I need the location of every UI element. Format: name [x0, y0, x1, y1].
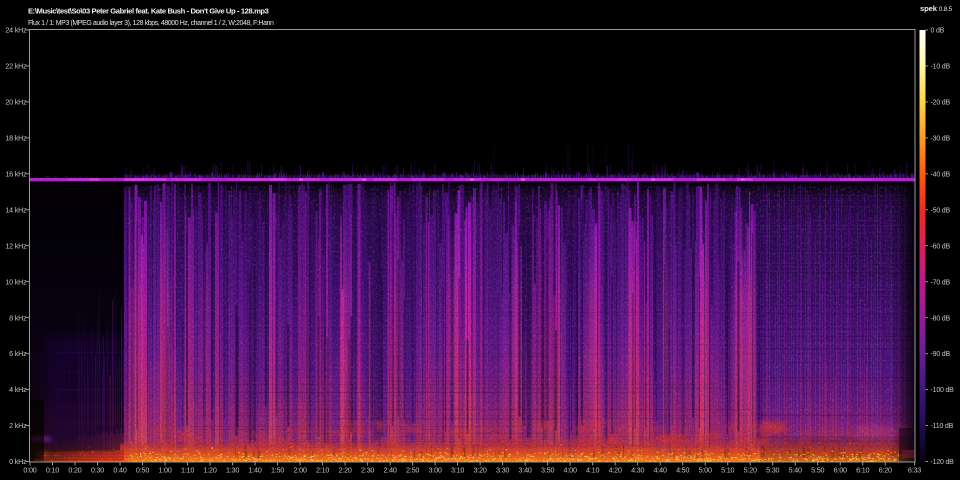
- svg-text:0:00: 0:00: [23, 466, 36, 475]
- svg-text:Flux 1 / 1: MP3 (MPEG audio la: Flux 1 / 1: MP3 (MPEG audio layer 3), 12…: [28, 20, 274, 27]
- svg-text:0:40: 0:40: [113, 466, 126, 475]
- svg-text:22 kHz: 22 kHz: [5, 62, 27, 71]
- svg-text:5:10: 5:10: [721, 466, 734, 475]
- svg-text:20 kHz: 20 kHz: [5, 98, 27, 107]
- svg-text:-50 dB: -50 dB: [931, 207, 951, 214]
- svg-text:3:50: 3:50: [541, 466, 554, 475]
- svg-text:E:\Music\test\So\03 Peter Gabr: E:\Music\test\So\03 Peter Gabriel feat. …: [28, 7, 269, 16]
- svg-text:6:10: 6:10: [856, 466, 869, 475]
- svg-text:2:40: 2:40: [383, 466, 396, 475]
- svg-text:1:30: 1:30: [226, 466, 239, 475]
- svg-text:16 kHz: 16 kHz: [5, 169, 27, 178]
- svg-text:24 kHz: 24 kHz: [5, 26, 27, 35]
- svg-text:-40 dB: -40 dB: [931, 171, 951, 178]
- svg-text:5:00: 5:00: [699, 466, 712, 475]
- svg-text:-30 dB: -30 dB: [931, 135, 951, 142]
- svg-text:0:20: 0:20: [68, 466, 81, 475]
- svg-text:1:40: 1:40: [248, 466, 261, 475]
- svg-text:5:50: 5:50: [811, 466, 824, 475]
- svg-text:-10 dB: -10 dB: [931, 64, 951, 71]
- svg-text:5:20: 5:20: [744, 466, 757, 475]
- svg-text:-120 dB: -120 dB: [931, 459, 955, 466]
- svg-text:2:50: 2:50: [406, 466, 419, 475]
- svg-text:6 kHz: 6 kHz: [9, 349, 27, 358]
- svg-text:3:10: 3:10: [451, 466, 464, 475]
- svg-text:3:30: 3:30: [496, 466, 509, 475]
- svg-text:0:50: 0:50: [136, 466, 149, 475]
- svg-text:0:10: 0:10: [46, 466, 59, 475]
- svg-text:18 kHz: 18 kHz: [5, 133, 27, 142]
- svg-text:4:20: 4:20: [609, 466, 622, 475]
- svg-text:1:00: 1:00: [158, 466, 171, 475]
- svg-text:6:20: 6:20: [879, 466, 892, 475]
- svg-text:-90 dB: -90 dB: [931, 351, 951, 358]
- svg-text:3:00: 3:00: [429, 466, 442, 475]
- svg-text:-80 dB: -80 dB: [931, 315, 951, 322]
- svg-text:2:30: 2:30: [361, 466, 374, 475]
- svg-text:4:30: 4:30: [631, 466, 644, 475]
- svg-text:2:20: 2:20: [338, 466, 351, 475]
- svg-text:6:33: 6:33: [908, 466, 921, 475]
- svg-text:2:00: 2:00: [293, 466, 306, 475]
- svg-text:2 kHz: 2 kHz: [9, 421, 27, 430]
- svg-text:-110 dB: -110 dB: [931, 423, 954, 430]
- svg-text:0:30: 0:30: [91, 466, 104, 475]
- svg-text:5:40: 5:40: [789, 466, 802, 475]
- svg-text:0 dB: 0 dB: [931, 28, 945, 35]
- svg-text:6:00: 6:00: [834, 466, 847, 475]
- svg-text:1:10: 1:10: [181, 466, 194, 475]
- svg-text:-70 dB: -70 dB: [931, 279, 951, 286]
- svg-text:spek 0.8.5: spek 0.8.5: [920, 4, 953, 13]
- svg-text:4 kHz: 4 kHz: [9, 385, 27, 394]
- svg-text:4:50: 4:50: [676, 466, 689, 475]
- svg-text:1:20: 1:20: [203, 466, 216, 475]
- svg-text:12 kHz: 12 kHz: [5, 241, 27, 250]
- svg-text:1:50: 1:50: [271, 466, 284, 475]
- svg-text:2:10: 2:10: [316, 466, 329, 475]
- svg-text:-60 dB: -60 dB: [931, 243, 951, 250]
- svg-text:4:00: 4:00: [564, 466, 577, 475]
- svg-text:-20 dB: -20 dB: [931, 100, 951, 107]
- svg-text:4:10: 4:10: [586, 466, 599, 475]
- svg-text:3:20: 3:20: [474, 466, 487, 475]
- svg-text:4:40: 4:40: [654, 466, 667, 475]
- svg-text:-100 dB: -100 dB: [931, 387, 955, 394]
- svg-text:8 kHz: 8 kHz: [9, 313, 27, 322]
- svg-text:10 kHz: 10 kHz: [5, 277, 27, 286]
- svg-text:5:30: 5:30: [766, 466, 779, 475]
- svg-text:14 kHz: 14 kHz: [5, 205, 27, 214]
- svg-text:3:40: 3:40: [519, 466, 532, 475]
